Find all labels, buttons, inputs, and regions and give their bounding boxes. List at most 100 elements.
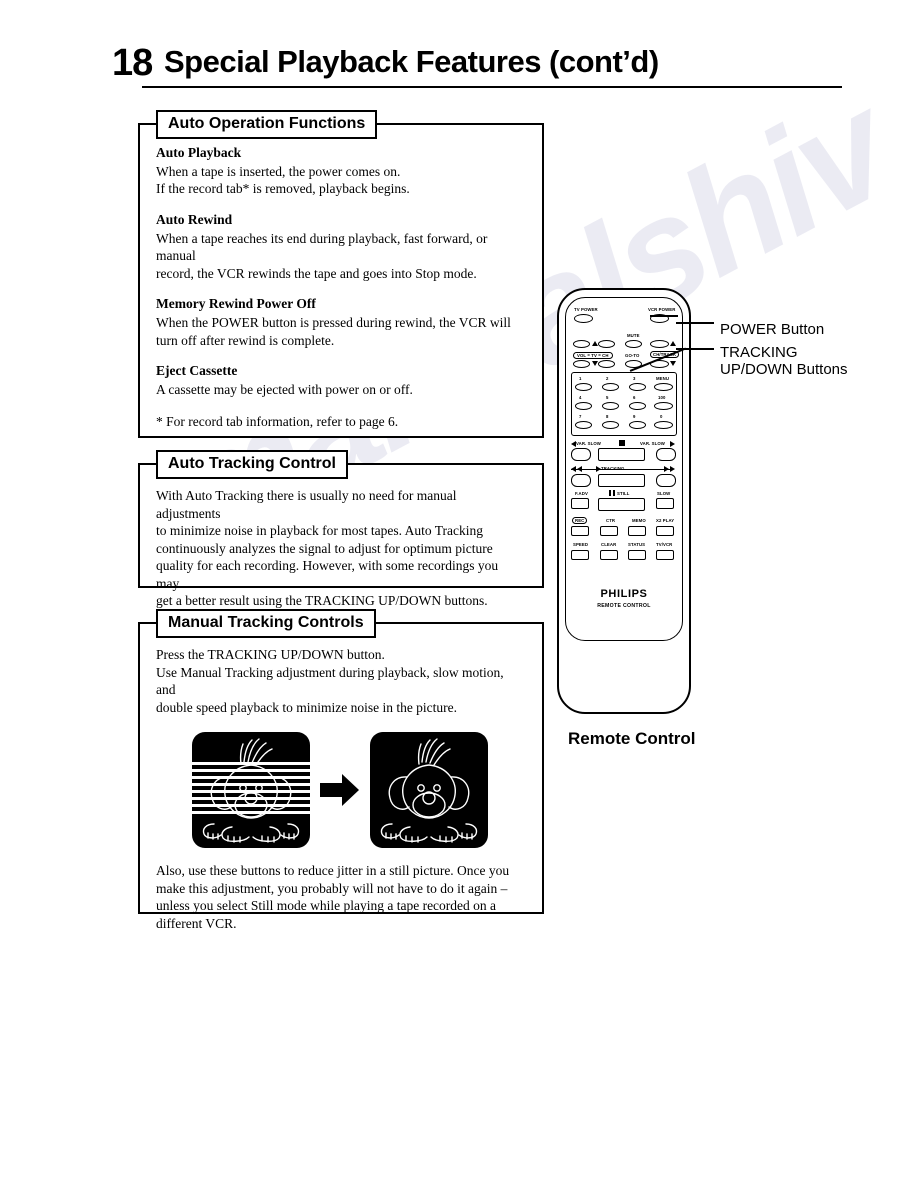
triangle-left-icon — [571, 441, 576, 447]
panel-body-auto-operation-functions: Auto Playback When a tape is inserted, t… — [140, 125, 542, 444]
button-rewind[interactable] — [571, 474, 591, 487]
section-line: record, the VCR rewinds the tape and goe… — [156, 265, 477, 281]
label-f-adv: F.ADV — [575, 491, 588, 496]
button-play[interactable] — [598, 474, 645, 487]
button-speed[interactable] — [571, 550, 589, 560]
button-channel-up[interactable] — [598, 340, 615, 348]
label-var-slow-right: VAR. SLOW — [640, 441, 665, 446]
panel-body-auto-tracking-control: With Auto Tracking there is usually no n… — [140, 465, 542, 624]
triangle-right-icon — [670, 441, 675, 447]
triangle-right-icon — [670, 466, 675, 472]
button-menu[interactable] — [654, 383, 673, 391]
button-key-6[interactable] — [629, 402, 646, 410]
button-status[interactable] — [628, 550, 646, 560]
triangle-up-icon — [592, 341, 598, 346]
button-key-8[interactable] — [602, 421, 619, 429]
button-f-adv[interactable] — [571, 498, 589, 509]
button-channel-down[interactable] — [598, 360, 615, 368]
label-mute: MUTE — [627, 333, 640, 338]
section-line: When a tape is inserted, the power comes… — [156, 163, 401, 179]
button-volume-up[interactable] — [573, 340, 590, 348]
section-auto-playback: Auto Playback When a tape is inserted, t… — [156, 145, 524, 198]
button-key-0[interactable] — [654, 421, 673, 429]
panel-manual-tracking-controls: Manual Tracking Controls Press the TRACK… — [138, 609, 544, 931]
label-tv-power: TV POWER — [574, 307, 598, 312]
section-heading: Eject Cassette — [156, 363, 238, 379]
button-stop[interactable] — [598, 448, 645, 461]
triangle-right-icon — [664, 466, 669, 472]
button-key-100[interactable] — [654, 402, 673, 410]
button-tracking-up[interactable] — [650, 340, 669, 348]
brand-subtitle: REMOTE CONTROL — [597, 603, 651, 609]
button-x2-play[interactable] — [656, 526, 674, 536]
button-still[interactable] — [598, 498, 645, 511]
button-record[interactable] — [571, 526, 589, 536]
triangle-left-icon — [571, 466, 576, 472]
button-tv-power[interactable] — [574, 314, 593, 323]
button-fast-forward[interactable] — [656, 474, 676, 487]
section-auto-rewind: Auto Rewind When a tape reaches its end … — [156, 212, 524, 283]
button-var-slow-right[interactable] — [656, 448, 676, 461]
label-memo: MEMO — [632, 518, 646, 523]
panel-title-auto-tracking-control: Auto Tracking Control — [156, 450, 348, 479]
label-slow: SLOW — [657, 491, 671, 496]
button-key-9[interactable] — [629, 421, 646, 429]
label-key-7: 7 — [579, 414, 582, 419]
button-key-3[interactable] — [629, 383, 646, 391]
tracking-figure — [156, 732, 524, 849]
button-var-slow-left[interactable] — [571, 448, 591, 461]
button-slow[interactable] — [656, 498, 674, 509]
label-record: REC — [572, 517, 588, 524]
button-ctr[interactable] — [600, 526, 618, 536]
callout-leader-power — [676, 322, 714, 324]
pause-icon — [613, 490, 615, 496]
body-line: unless you select Still mode while playi… — [156, 898, 497, 914]
remote-control-caption: Remote Control — [568, 729, 696, 748]
panel-title-auto-operation-functions: Auto Operation Functions — [156, 110, 378, 139]
label-key-3: 3 — [633, 376, 636, 381]
tv-screen-noisy — [192, 732, 310, 849]
button-key-7[interactable] — [575, 421, 592, 429]
triangle-down-icon — [592, 361, 598, 366]
triangle-up-icon — [670, 341, 676, 346]
label-vcr-power: VCR POWER — [648, 307, 676, 312]
button-clear[interactable] — [600, 550, 618, 560]
section-heading: Auto Playback — [156, 145, 242, 160]
button-key-2[interactable] — [602, 383, 619, 391]
label-key-2: 2 — [606, 376, 609, 381]
label-key-6: 6 — [633, 395, 636, 400]
label-go-to: GO-TO — [625, 353, 640, 358]
body-line: get a better result using the TRACKING U… — [156, 593, 488, 609]
label-key-9: 9 — [633, 414, 636, 419]
button-memo[interactable] — [628, 526, 646, 536]
label-ctr: CTR — [606, 518, 616, 523]
button-key-4[interactable] — [575, 402, 592, 410]
section-eject-cassette: Eject Cassette A cassette may be ejected… — [156, 363, 524, 398]
label-key-0: 0 — [660, 414, 663, 419]
button-tv-vcr[interactable] — [656, 550, 674, 560]
pause-icon — [609, 490, 611, 496]
body-line: continuously analyzes the signal to adju… — [156, 540, 493, 556]
button-volume-down[interactable] — [573, 360, 590, 368]
body-line: to minimize noise in playback for most t… — [156, 523, 483, 539]
section-line: When the POWER button is pressed during … — [156, 315, 511, 331]
section-memory-rewind-power-off: Memory Rewind Power Off When the POWER b… — [156, 296, 524, 349]
label-key-8: 8 — [606, 414, 609, 419]
body-line: Use Manual Tracking adjustment during pl… — [156, 664, 504, 698]
label-x2-play: X2 PLAY — [656, 518, 675, 523]
body-line: With Auto Tracking there is usually no n… — [156, 488, 457, 521]
label-still: STILL — [617, 491, 630, 496]
button-key-1[interactable] — [575, 383, 592, 391]
button-key-5[interactable] — [602, 402, 619, 410]
button-mute[interactable] — [625, 340, 642, 348]
panel-auto-operation-functions: Auto Operation Functions Auto Playback W… — [138, 110, 544, 438]
label-status: STATUS — [628, 542, 646, 547]
body-line: double speed playback to minimize noise … — [156, 699, 458, 715]
panel-auto-tracking-control: Auto Tracking Control With Auto Tracking… — [138, 450, 544, 608]
label-vol-tv-ch: VOL = TV = CH — [573, 352, 613, 359]
section-heading: Auto Rewind — [156, 211, 233, 227]
label-key-4: 4 — [579, 395, 582, 400]
